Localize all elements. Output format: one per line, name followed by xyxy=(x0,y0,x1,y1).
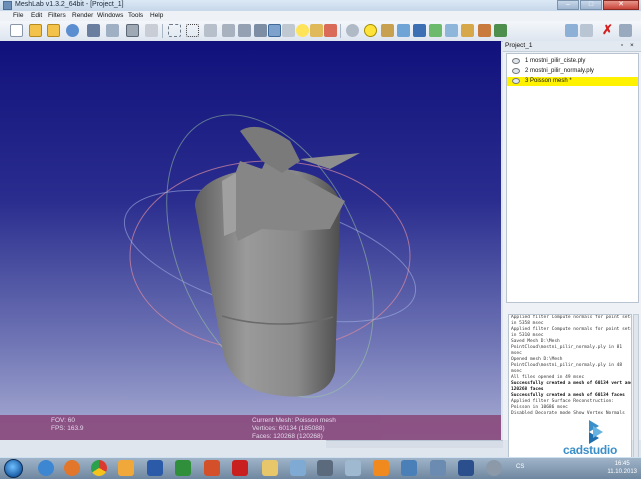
paint-icon[interactable] xyxy=(461,24,474,37)
import-raster-icon[interactable] xyxy=(126,24,139,37)
filter-icon[interactable] xyxy=(478,24,491,37)
cadstudio-brand: cadstudio xyxy=(563,443,617,457)
cadstudio-watermark: cadstudio xyxy=(563,418,641,460)
layer-dialog-icon[interactable] xyxy=(619,24,632,37)
close-button[interactable]: ✕ xyxy=(603,0,639,10)
chrome-icon[interactable] xyxy=(91,460,107,476)
3d-viewport[interactable]: FOV: 60 FPS: 163.9 Current Mesh: Poisson… xyxy=(0,41,501,440)
app-icon-3[interactable] xyxy=(458,460,474,476)
app-icon-2[interactable] xyxy=(430,460,446,476)
select-vertices-icon[interactable] xyxy=(429,24,442,37)
log-line: PointCloud\mostni_pilir_normaly.ply in 8… xyxy=(511,345,623,350)
clock-date: 11.10.2013 xyxy=(607,469,637,475)
reload-icon[interactable] xyxy=(66,24,79,37)
move-icon[interactable] xyxy=(445,24,458,37)
horizontal-scrollbar[interactable] xyxy=(326,440,503,448)
texture-icon[interactable] xyxy=(282,24,295,37)
light-icon[interactable] xyxy=(296,24,309,37)
visibility-eye-icon[interactable] xyxy=(512,68,520,74)
firefox-icon[interactable] xyxy=(64,460,80,476)
taskbar: CS 16:45 11.10.2013 xyxy=(0,457,641,479)
start-button[interactable] xyxy=(4,459,23,478)
points-icon[interactable] xyxy=(186,24,199,37)
powerpoint-icon[interactable] xyxy=(204,460,220,476)
vlc-icon[interactable] xyxy=(373,460,389,476)
meshlab-app-icon xyxy=(3,1,12,10)
menu-render[interactable]: Render xyxy=(72,12,93,19)
flat-icon[interactable] xyxy=(254,24,267,37)
current-mesh-label: Current Mesh: Poisson mesh xyxy=(252,417,336,424)
new-project-icon[interactable] xyxy=(10,24,23,37)
layer-row[interactable]: 1 mostni_pilir_ciste.ply xyxy=(507,57,638,66)
fov-label: FOV: 60 xyxy=(51,417,75,424)
double-light-icon[interactable] xyxy=(310,24,323,37)
delete-icon[interactable]: ✗ xyxy=(601,23,614,37)
open-mesh-icon[interactable] xyxy=(47,24,60,37)
edit-icon[interactable] xyxy=(397,24,410,37)
layer-label: 1 mostni_pilir_ciste.ply xyxy=(525,58,586,64)
panel-title: Project_1 xyxy=(505,42,533,49)
mesh-render xyxy=(123,114,417,398)
open-project-icon[interactable] xyxy=(29,24,42,37)
vertices-label: Vertices: 60134 (185088) xyxy=(252,425,325,432)
toolbar: ✗ xyxy=(0,21,641,42)
backface-icon[interactable] xyxy=(346,24,359,37)
panel-float-icon[interactable]: ▫ xyxy=(621,42,623,49)
visibility-eye-icon[interactable] xyxy=(512,58,520,64)
save-icon[interactable] xyxy=(87,24,100,37)
explorer-icon[interactable] xyxy=(262,460,278,476)
menu-file[interactable]: File xyxy=(13,12,23,19)
bbox-icon[interactable] xyxy=(168,24,181,37)
word-icon[interactable] xyxy=(147,460,163,476)
layer-label: 3 Poisson mesh * xyxy=(525,78,572,84)
fps-label: FPS: 163.9 xyxy=(51,425,84,432)
wireframe-icon[interactable] xyxy=(204,24,217,37)
outlook-icon[interactable] xyxy=(118,460,134,476)
ie-icon[interactable] xyxy=(38,460,54,476)
layer-label: 2 mostni_pilir_normaly.ply xyxy=(525,68,594,74)
panel-close-icon[interactable]: × xyxy=(630,42,634,49)
maximize-button[interactable]: □ xyxy=(580,0,602,10)
app-icon[interactable] xyxy=(401,460,417,476)
info-overlay: FOV: 60 FPS: 163.9 Current Mesh: Poisson… xyxy=(0,415,501,440)
fancy-light-icon[interactable] xyxy=(324,24,337,37)
menu-help[interactable]: Help xyxy=(150,12,163,19)
meshlab-icon[interactable] xyxy=(317,460,333,476)
clock-time: 16:45 xyxy=(614,461,630,467)
mesh-top-fragment xyxy=(222,173,236,236)
settings-icon[interactable] xyxy=(580,24,593,37)
layer-panel: Project_1 ▫ × 1 mostni_pilir_ciste.ply 2… xyxy=(503,41,641,464)
log-line: Disabled Decorate mode Show Vertex Norma… xyxy=(511,411,625,416)
menu-filters[interactable]: Filters xyxy=(48,12,66,19)
faces-label: Faces: 120268 (120268) xyxy=(252,433,323,440)
eye-icon[interactable] xyxy=(565,24,578,37)
snapshot-icon[interactable] xyxy=(106,24,119,37)
app-icon-4[interactable] xyxy=(486,460,502,476)
menu-tools[interactable]: Tools xyxy=(128,12,143,19)
flat-lines-icon[interactable] xyxy=(238,24,251,37)
measure-icon[interactable] xyxy=(381,24,394,37)
media-icon[interactable] xyxy=(345,460,361,476)
print-icon[interactable] xyxy=(145,24,158,37)
select-faces-icon[interactable] xyxy=(413,24,426,37)
smooth-icon[interactable] xyxy=(268,24,281,37)
layer-list: 1 mostni_pilir_ciste.ply 2 mostni_pilir_… xyxy=(506,53,639,303)
excel-icon[interactable] xyxy=(175,460,191,476)
layer-row-selected[interactable]: 3 Poisson mesh * xyxy=(507,77,638,86)
menu-windows[interactable]: Windows xyxy=(97,12,123,19)
menu-edit[interactable]: Edit xyxy=(31,12,42,19)
annotation-icon[interactable] xyxy=(364,24,377,37)
language-indicator[interactable]: CS xyxy=(516,464,524,470)
acrobat-icon[interactable] xyxy=(232,460,248,476)
minimize-button[interactable]: – xyxy=(557,0,579,10)
hidden-lines-icon[interactable] xyxy=(222,24,235,37)
network-icon[interactable] xyxy=(290,460,306,476)
layer-row[interactable]: 2 mostni_pilir_normaly.ply xyxy=(507,67,638,76)
panel-title-bar: Project_1 ▫ × xyxy=(503,41,641,52)
window-title: MeshLab v1.3.2_64bit - [Project_1] xyxy=(15,1,124,8)
visibility-eye-icon[interactable] xyxy=(512,78,520,84)
clock[interactable]: 16:45 11.10.2013 xyxy=(607,460,637,476)
log-line: PointCloud\mostni_pilir_normaly.ply in 4… xyxy=(511,363,623,368)
show-layer-icon[interactable] xyxy=(494,24,507,37)
